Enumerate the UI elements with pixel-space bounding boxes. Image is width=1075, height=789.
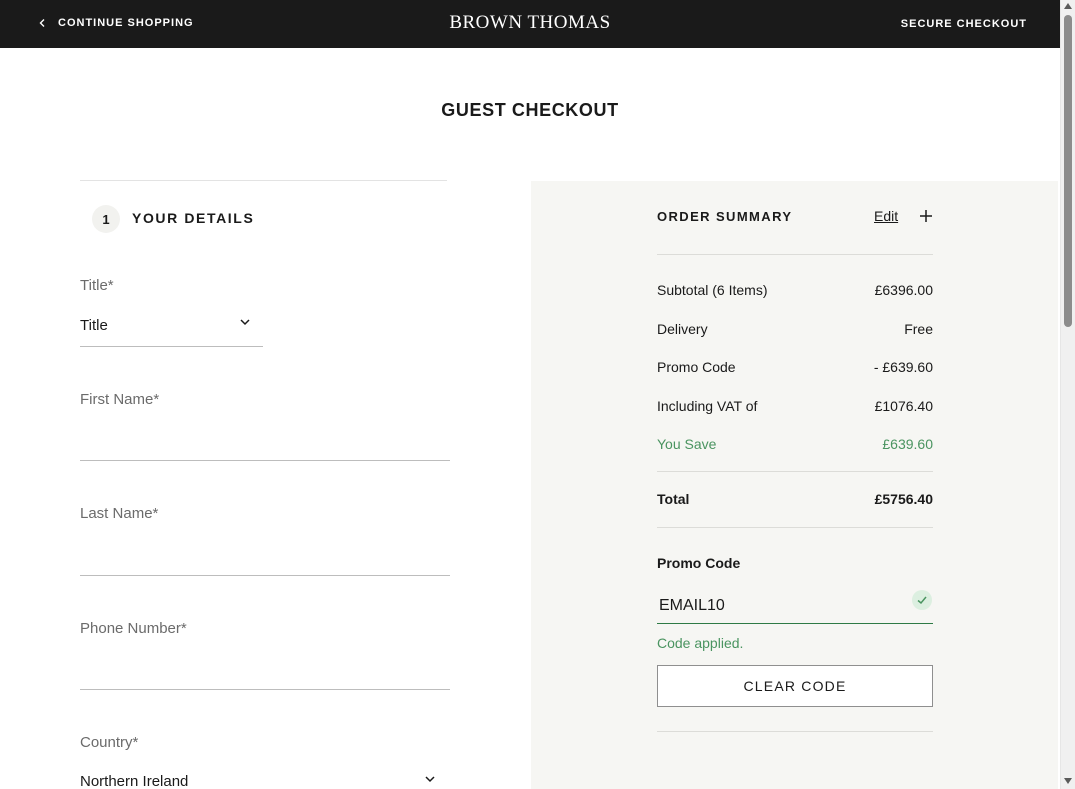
phone-number-label: Phone Number* (80, 620, 187, 637)
promo-code-row-value: - £639.60 (873, 359, 933, 375)
secure-checkout-label: SECURE CHECKOUT (900, 18, 1027, 30)
page-scrollbar[interactable] (1060, 0, 1075, 789)
total-label: Total (657, 491, 690, 507)
you-save-value: £639.60 (882, 436, 933, 452)
code-applied-message: Code applied. (657, 635, 744, 651)
you-save-label: You Save (657, 436, 717, 452)
vat-label: Including VAT of (657, 398, 758, 414)
scroll-up-arrow-icon[interactable] (1064, 3, 1072, 9)
first-name-field[interactable] (80, 460, 450, 461)
summary-divider (657, 254, 933, 255)
country-select-value[interactable]: Northern Ireland (80, 773, 188, 789)
country-label: Country* (80, 734, 139, 751)
last-name-label: Last Name* (80, 505, 159, 522)
order-summary-title: ORDER SUMMARY (657, 209, 793, 224)
title-select-underline (80, 346, 263, 347)
chevron-down-icon[interactable] (423, 772, 437, 786)
clear-code-button[interactable]: CLEAR CODE (657, 665, 933, 707)
summary-divider (657, 471, 933, 472)
chevron-down-icon[interactable] (238, 315, 252, 329)
title-select-value[interactable]: Title (80, 317, 108, 334)
step-number-badge: 1 (92, 205, 120, 233)
last-name-field[interactable] (80, 575, 450, 576)
edit-link[interactable]: Edit (874, 208, 898, 224)
summary-divider (657, 527, 933, 528)
vat-value: £1076.40 (874, 398, 933, 414)
delivery-value: Free (904, 321, 933, 337)
title-field-label: Title* (80, 277, 114, 294)
first-name-label: First Name* (80, 391, 160, 408)
section-divider (80, 180, 447, 181)
scrollbar-thumb[interactable] (1064, 15, 1072, 327)
promo-code-row-label: Promo Code (657, 359, 736, 375)
phone-number-field[interactable] (80, 689, 450, 690)
subtotal-value: £6396.00 (874, 282, 933, 298)
delivery-label: Delivery (657, 321, 708, 337)
section-title-your-details: YOUR DETAILS (132, 210, 255, 226)
total-value: £5756.40 (874, 491, 933, 507)
plus-icon[interactable] (918, 208, 934, 224)
subtotal-label: Subtotal (6 Items) (657, 282, 768, 298)
page-title: GUEST CHECKOUT (441, 100, 619, 120)
header-bar: CONTINUE SHOPPING BROWN THOMAS SECURE CH… (0, 0, 1060, 48)
summary-divider (657, 731, 933, 732)
promo-code-label: Promo Code (657, 555, 741, 571)
promo-code-input[interactable] (657, 588, 933, 624)
check-icon (912, 590, 932, 610)
scroll-down-arrow-icon[interactable] (1064, 778, 1072, 784)
